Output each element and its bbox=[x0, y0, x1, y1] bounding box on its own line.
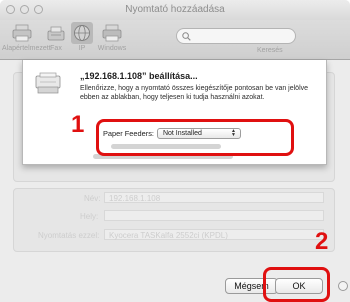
toolbar-default-button[interactable]: Alapértelmezett bbox=[2, 22, 51, 52]
search-field[interactable] bbox=[176, 28, 296, 44]
toolbar-default-label: Alapértelmezett bbox=[2, 45, 51, 52]
title-bar: Nyomtató hozzáadása bbox=[0, 0, 350, 20]
sheet-title: „192.168.1.108” beállítása... bbox=[80, 71, 198, 81]
ip-globe-icon bbox=[74, 25, 90, 41]
name-value: 192.168.1.108 bbox=[109, 194, 161, 203]
window-title: Nyomtató hozzáadása bbox=[125, 4, 225, 15]
search-icon bbox=[182, 32, 191, 41]
toolbar-ip-button[interactable]: IP bbox=[70, 22, 94, 52]
toolbar: Alapértelmezett Fax IP Windows bbox=[0, 20, 350, 60]
location-label: Hely: bbox=[80, 212, 99, 221]
add-printer-window: Nyomtató hozzáadása Alapértelmezett Fax … bbox=[0, 0, 350, 302]
printer-icon bbox=[35, 72, 61, 94]
default-printer-icon bbox=[12, 24, 32, 42]
location-field[interactable] bbox=[104, 210, 324, 221]
toolbar-fax-button[interactable]: Fax bbox=[44, 22, 68, 52]
step1-number: 1 bbox=[71, 111, 85, 138]
toolbar-windows-button[interactable]: Windows bbox=[94, 22, 130, 52]
driver-label: Nyomtatás ezzel: bbox=[38, 231, 100, 240]
search-label: Keresés bbox=[257, 47, 283, 54]
step2-number: 2 bbox=[315, 228, 329, 255]
step1-callout bbox=[96, 119, 294, 156]
name-label: Név: bbox=[84, 194, 101, 203]
step2-callout bbox=[263, 267, 330, 302]
windows-printer-icon bbox=[102, 24, 122, 42]
toolbar-fax-label: Fax bbox=[50, 45, 62, 52]
fax-icon bbox=[47, 26, 65, 41]
toolbar-ip-label: IP bbox=[78, 45, 86, 52]
sheet-message: Ellenőrizze, hogy a nyomtató összes kieg… bbox=[80, 85, 309, 101]
help-button[interactable] bbox=[338, 281, 348, 291]
toolbar-windows-label: Windows bbox=[97, 45, 127, 52]
driver-value: Kyocera TASKalfa 2552ci (KPDL) bbox=[109, 231, 228, 240]
